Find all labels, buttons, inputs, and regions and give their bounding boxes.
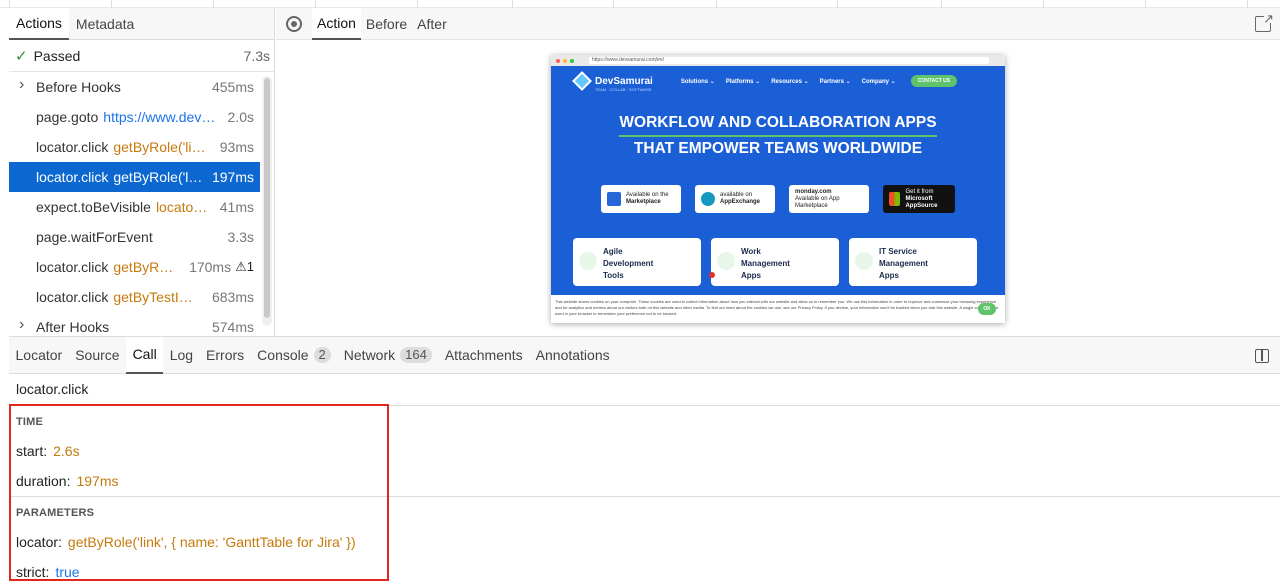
action-row[interactable]: › After Hooks 574ms (9, 312, 260, 336)
action-duration: 3.3s (227, 229, 254, 245)
action-title: locator.click (36, 169, 109, 185)
salesforce-badge: available on AppExchange (695, 185, 775, 213)
actions-sidebar: Actions Metadata ✓ Passed 7.3s › Before H… (9, 8, 275, 336)
highlight-annotation-box (9, 404, 389, 581)
action-duration: 197ms (211, 169, 254, 185)
action-title: Before Hooks (36, 79, 121, 95)
microsoft-badge: Get it from Microsoft AppSource (883, 185, 955, 213)
action-row[interactable]: expect.toBeVisible locato… 41ms (9, 192, 260, 222)
tab-annotations[interactable]: Annotations (529, 337, 616, 374)
tab-log[interactable]: Log (163, 337, 199, 374)
action-selector: https://www.dev… (103, 109, 216, 125)
snapshot-menu: Solutions ⌄ Platforms ⌄ Resources ⌄ Part… (681, 78, 907, 85)
action-row[interactable]: locator.click getByTestI… 683ms (9, 282, 260, 312)
snapshot-contact-button: CONTACT US (910, 75, 958, 87)
tab-source[interactable]: Source (69, 337, 126, 374)
action-selector: getByRole('l… (113, 169, 203, 185)
tab-count-badge: 2 (313, 347, 331, 363)
action-duration: 170ms (189, 259, 232, 275)
action-row[interactable]: locator.click getByRole('l… 197ms (9, 162, 260, 192)
snapshot-tabs: Action Before After (276, 7, 1280, 40)
tab-attachments[interactable]: Attachments (438, 337, 529, 374)
snapshot-menu-item: Partners ⌄ (819, 78, 851, 85)
action-title: expect.toBeVisible (36, 199, 151, 215)
tab-metadata[interactable]: Metadata (69, 8, 141, 40)
snapshot-cookie-ok: OK (978, 303, 996, 315)
atlassian-badge: Available on the Marketplace (601, 185, 681, 213)
snapshot-menu-item: Company ⌄ (861, 78, 896, 85)
snapshot-menu-item: Resources ⌄ (771, 78, 809, 85)
tab-console[interactable]: Console 2 (251, 337, 338, 374)
action-duration: 455ms (211, 79, 254, 95)
tab-actions[interactable]: Actions (9, 8, 69, 40)
click-point-marker (709, 272, 715, 278)
snapshot-url: https://www.devsamurai.com/en/ (589, 57, 989, 64)
snapshot-menu-item: Platforms ⌄ (725, 78, 761, 85)
tab-count-badge: 164 (400, 347, 432, 363)
tab-locator[interactable]: Locator (9, 337, 69, 374)
action-row[interactable]: page.waitForEvent 3.3s (9, 222, 260, 252)
tab-before[interactable]: Before (361, 8, 412, 40)
snapshot-card: Work Management Apps (711, 238, 839, 286)
tab-network[interactable]: Network 164 (337, 337, 438, 374)
action-duration: 93ms (219, 139, 254, 155)
action-duration: 574ms (211, 319, 254, 335)
snapshot-headline: WORKFLOW AND COLLABORATION APPS THAT EMP… (551, 111, 1005, 161)
sidebar-toggle-icon[interactable] (1255, 349, 1269, 363)
target-icon[interactable] (286, 15, 302, 32)
action-list: › Before Hooks 455ms page.goto https://www.d… (9, 72, 274, 336)
tab-errors[interactable]: Errors (200, 337, 251, 374)
devsamurai-logo: DevSamurai TEAM · COLLAB · SOFTWARE (572, 71, 653, 92)
snapshot-card: Agile Development Tools (573, 238, 701, 286)
action-selector: getByRole('li… (113, 139, 206, 155)
snapshot-nav: DevSamurai TEAM · COLLAB · SOFTWARE Solut… (551, 66, 1005, 96)
action-row[interactable]: locator.click getByR… 170ms ⚠1 (9, 252, 260, 282)
action-row[interactable]: locator.click getByRole('li… 93ms (9, 132, 260, 162)
snapshot-cards: Agile Development Tools Work Management Apps… (551, 238, 1005, 286)
action-title: locator.click (36, 259, 109, 275)
sidebar-tabs: Actions Metadata (9, 8, 274, 40)
timeline-strip[interactable] (0, 0, 1280, 8)
chevron-right-icon[interactable]: › (19, 76, 24, 94)
snapshot-card: IT Service Management Apps (849, 238, 977, 286)
status-duration: 7.3s (243, 47, 270, 64)
open-in-new-window-icon[interactable] (1255, 11, 1274, 32)
tab-after[interactable]: After (412, 8, 452, 40)
action-duration: 2.0s (227, 109, 254, 125)
action-title: After Hooks (36, 319, 110, 335)
warning-icon: ⚠1 (235, 259, 254, 274)
action-selector: getByR… (113, 259, 174, 275)
action-row[interactable]: › Before Hooks 455ms (9, 72, 260, 102)
action-duration: 41ms (219, 199, 254, 215)
chevron-right-icon[interactable]: › (19, 316, 24, 334)
action-title: page.waitForEvent (36, 229, 153, 245)
action-selector: locato… (155, 199, 208, 215)
monday-badge: monday.com Available on App Marketplace (789, 185, 869, 213)
snapshot-badges: Available on the Marketplace available on… (551, 185, 1005, 213)
action-row[interactable]: page.goto https://www.dev… 2.0s (9, 102, 260, 132)
test-status-row: ✓ Passed 7.3s (9, 40, 274, 72)
details-tabs: Locator Source Call Log Errors Console 2 Networ… (9, 336, 1280, 374)
snapshot-menu-item: Solutions ⌄ (680, 78, 715, 85)
action-selector: getByTestI… (113, 289, 193, 305)
tab-action[interactable]: Action (312, 7, 361, 40)
action-title: locator.click (36, 289, 109, 305)
page-snapshot[interactable]: https://www.devsamurai.com/en/ DevSamura… (551, 55, 1005, 323)
snapshot-cookie-banner: This website stores cookies on your comp… (551, 295, 1005, 323)
action-title: page.goto (36, 109, 99, 125)
action-title: locator.click (36, 139, 109, 155)
status-label: Passed (33, 47, 81, 64)
action-duration: 683ms (211, 289, 254, 305)
check-icon: ✓ (15, 47, 28, 65)
action-list-scrollbar[interactable] (262, 76, 272, 326)
snapshot-browser-bar: https://www.devsamurai.com/en/ (551, 55, 1005, 66)
call-title: locator.click (16, 381, 89, 397)
tab-call[interactable]: Call (126, 336, 164, 374)
